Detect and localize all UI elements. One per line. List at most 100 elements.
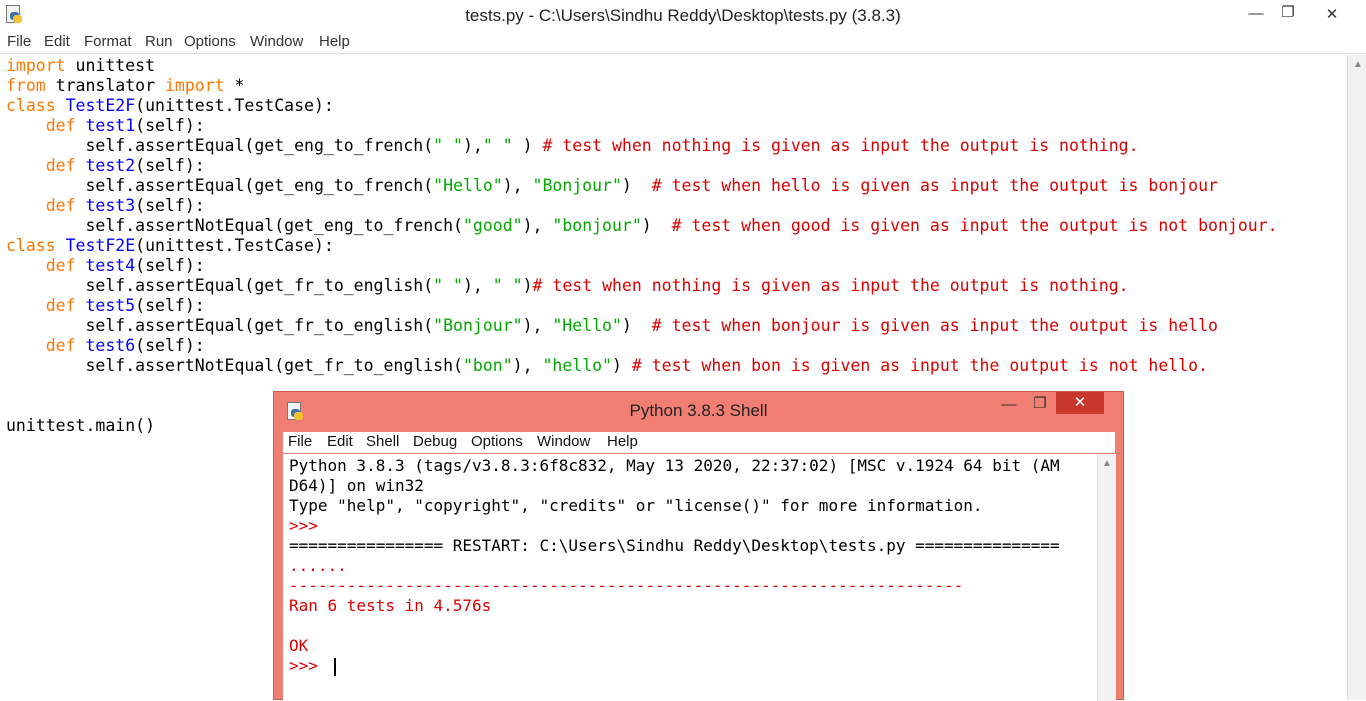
code-token: unittest	[65, 56, 156, 75]
code-token: # test when nothing is given as input th…	[542, 136, 1139, 155]
code-token: ),	[522, 216, 553, 235]
code-token: ),	[502, 176, 533, 195]
shell-menu-help[interactable]: Help	[607, 433, 638, 450]
code-token: self.assertNotEqual(get_eng_to_french(	[6, 216, 463, 235]
code-token: (self):	[135, 196, 205, 215]
editor-menubar: File Edit Format Run Options Window Help	[0, 31, 1366, 54]
code-token: test6	[85, 336, 136, 355]
maximize-button[interactable]: ❐	[1273, 3, 1303, 21]
code-token: # test when hello is given as input the …	[651, 176, 1218, 195]
code-token: (unittest.TestCase):	[135, 236, 334, 255]
shell-line: ================ RESTART: C:\Users\Sindh…	[289, 536, 1060, 555]
code-token: self.assertEqual(get_eng_to_french(	[6, 136, 434, 155]
code-token: )	[621, 176, 652, 195]
code-token: ),	[522, 316, 553, 335]
shell-menu-edit[interactable]: Edit	[327, 433, 353, 450]
code-token: self.assertEqual(get_fr_to_english(	[6, 316, 434, 335]
editor-scrollbar[interactable]: ▲	[1347, 55, 1366, 700]
shell-line: ......	[289, 556, 347, 575]
scroll-up-arrow-icon[interactable]: ▲	[1353, 59, 1363, 70]
close-button[interactable]: ✕	[1317, 5, 1347, 23]
code-token: test4	[85, 256, 136, 275]
code-token: " "	[433, 276, 463, 295]
code-token: from	[6, 76, 46, 95]
menu-edit[interactable]: Edit	[44, 33, 70, 50]
menu-options[interactable]: Options	[184, 33, 236, 50]
minimize-button[interactable]: —	[1241, 5, 1271, 22]
code-token: " "	[492, 276, 523, 295]
code-token: )	[621, 316, 652, 335]
code-token: translator	[45, 76, 165, 95]
scroll-up-arrow-icon[interactable]: ▲	[1102, 458, 1112, 469]
code-token: # test when nothing is given as input th…	[532, 276, 1129, 295]
editor-titlebar: tests.py - C:\Users\Sindhu Reddy\Desktop…	[0, 0, 1366, 31]
code-token: "Hello"	[552, 316, 622, 335]
shell-maximize-button[interactable]: ❐	[1026, 394, 1054, 412]
shell-menu-debug[interactable]: Debug	[413, 433, 457, 450]
shell-menubar: File Edit Shell Debug Options Window Hel…	[283, 432, 1115, 453]
python-shell-window: Python 3.8.3 Shell — ❐ ✕ File Edit Shell…	[273, 391, 1124, 701]
shell-line: Type "help", "copyright", "credits" or "…	[289, 496, 983, 515]
code-token: )	[612, 356, 632, 375]
code-token: "bonjour"	[552, 216, 642, 235]
code-token: TestE2F	[65, 96, 136, 115]
shell-line: Ran 6 tests in 4.576s	[289, 596, 492, 615]
text-cursor[interactable]	[333, 657, 336, 676]
code-token: )	[512, 136, 543, 155]
menu-help[interactable]: Help	[319, 33, 350, 50]
code-token: def	[45, 156, 76, 175]
code-token: (unittest.TestCase):	[135, 96, 334, 115]
code-token: "Bonjour"	[532, 176, 622, 195]
code-token: "Hello"	[433, 176, 503, 195]
code-token: (self):	[135, 256, 205, 275]
shell-output-area[interactable]: Python 3.8.3 (tags/v3.8.3:6f8c832, May 1…	[283, 454, 1097, 701]
code-token: def	[45, 336, 76, 355]
shell-prompt: >>>	[289, 656, 328, 675]
shell-menu-window[interactable]: Window	[537, 433, 590, 450]
code-token: self.assertNotEqual(get_fr_to_english(	[6, 356, 463, 375]
code-token: class	[6, 236, 56, 255]
shell-menu-file[interactable]: File	[288, 433, 312, 450]
code-token: "Bonjour"	[433, 316, 523, 335]
code-token: import	[164, 76, 225, 95]
code-token: # test when good is given as input the o…	[671, 216, 1278, 235]
shell-menu-shell[interactable]: Shell	[366, 433, 399, 450]
code-token: test3	[85, 196, 136, 215]
source-code[interactable]: import unittest from translator import *…	[6, 56, 1278, 436]
code-token: ),	[462, 136, 483, 155]
shell-close-button[interactable]: ✕	[1056, 392, 1104, 414]
code-token: "hello"	[542, 356, 612, 375]
code-token: "bon"	[462, 356, 513, 375]
menu-run[interactable]: Run	[145, 33, 173, 50]
code-token: # test when bonjour is given as input th…	[651, 316, 1218, 335]
code-token: " "	[482, 136, 513, 155]
code-token: "good"	[462, 216, 523, 235]
shell-line: OK	[289, 636, 309, 655]
shell-scrollbar[interactable]: ▲	[1097, 454, 1116, 701]
code-token: self.assertEqual(get_fr_to_english(	[6, 276, 434, 295]
code-token: import	[6, 56, 66, 75]
code-token: " "	[433, 136, 463, 155]
shell-output[interactable]: Python 3.8.3 (tags/v3.8.3:6f8c832, May 1…	[289, 456, 1060, 676]
menu-format[interactable]: Format	[84, 33, 132, 50]
shell-menu-options[interactable]: Options	[471, 433, 523, 450]
code-token: unittest.main()	[6, 416, 156, 435]
menu-window[interactable]: Window	[250, 33, 303, 50]
code-token: self.assertEqual(get_eng_to_french(	[6, 176, 434, 195]
code-token: test5	[85, 296, 136, 315]
menu-file[interactable]: File	[7, 33, 31, 50]
code-token: )	[522, 276, 533, 295]
shell-minimize-button[interactable]: —	[995, 396, 1023, 413]
code-token: test1	[85, 116, 136, 135]
code-token: def	[45, 296, 76, 315]
